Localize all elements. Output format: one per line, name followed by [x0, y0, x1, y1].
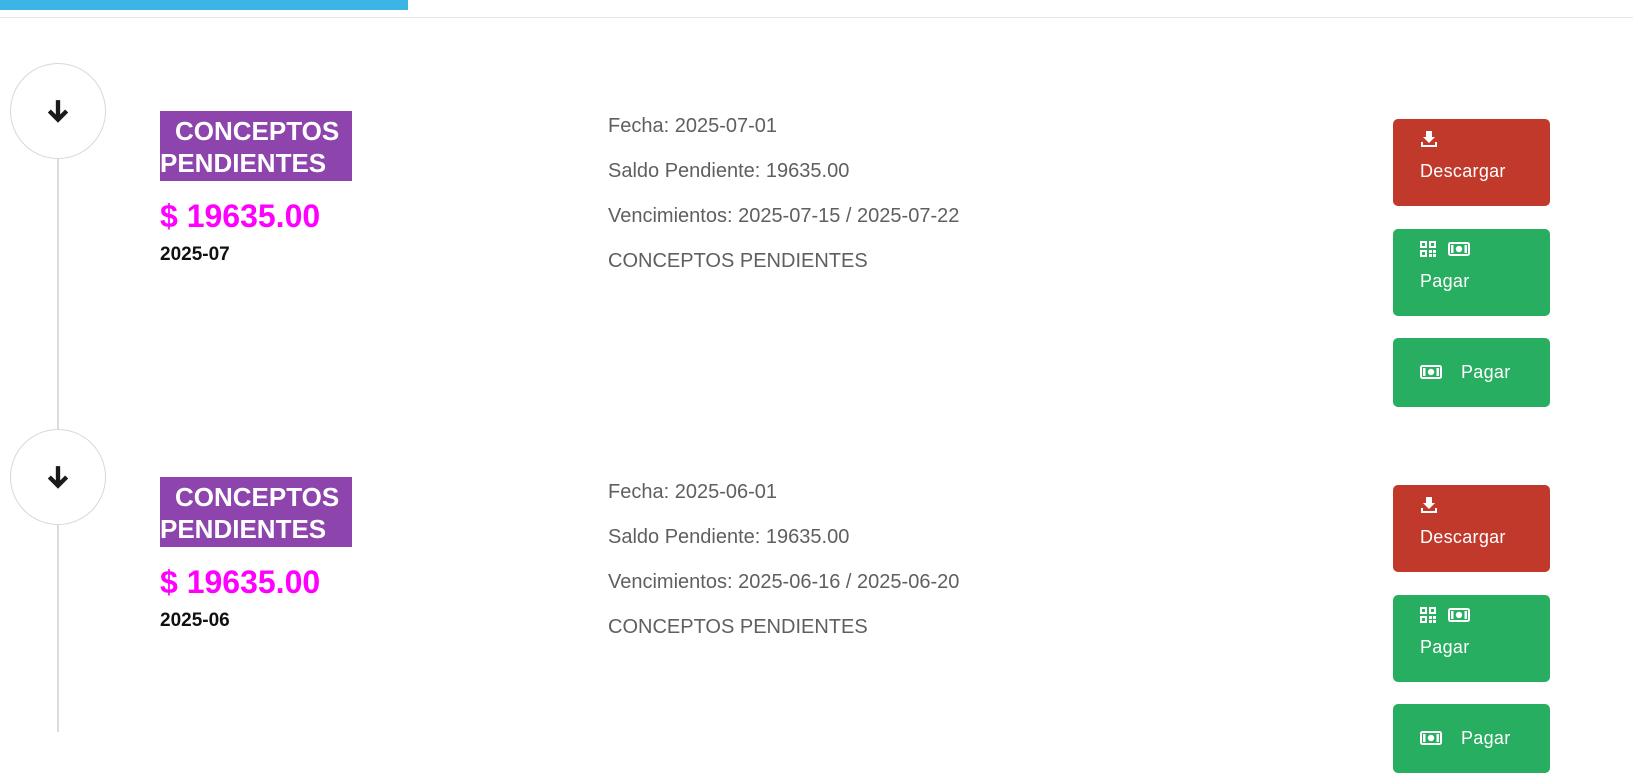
concepto-text: CONCEPTOS PENDIENTES — [608, 250, 868, 272]
qr-code-icon — [1420, 607, 1436, 623]
download-icon — [1421, 131, 1437, 147]
status-tag: CONCEPTOS PENDIENTES — [160, 477, 352, 547]
pay-cash-button[interactable]: Pagar — [1393, 704, 1550, 773]
timeline-toggle[interactable] — [10, 63, 106, 159]
money-bill-icon — [1448, 242, 1470, 256]
money-bill-icon — [1420, 731, 1442, 745]
pay-qr-button[interactable]: Pagar — [1393, 595, 1550, 682]
saldo-text: Saldo Pendiente: 19635.00 — [608, 526, 850, 548]
amount: $ 19635.00 — [160, 564, 321, 600]
vencimientos-text: Vencimientos: 2025-06-16 / 2025-06-20 — [608, 571, 960, 593]
fecha-text: Fecha: 2025-07-01 — [608, 115, 778, 137]
qr-code-icon — [1420, 241, 1436, 257]
arrow-down-icon — [47, 100, 69, 123]
period: 2025-07 — [160, 244, 230, 265]
download-button[interactable]: Descargar — [1393, 485, 1550, 572]
status-tag-line2: PENDIENTES — [160, 514, 327, 544]
status-tag-line1: CONCEPTOS — [175, 116, 340, 146]
amount: $ 19635.00 — [160, 198, 321, 234]
timeline-entry: CONCEPTOS PENDIENTES $ 19635.00 2025-07 … — [0, 0, 1633, 407]
period: 2025-06 — [160, 610, 230, 631]
status-tag-line1: CONCEPTOS — [175, 482, 340, 512]
download-button[interactable]: Descargar — [1393, 119, 1550, 206]
timeline-entry: CONCEPTOS PENDIENTES $ 19635.00 2025-06 … — [0, 366, 1633, 773]
pay-cash-button-label: Pagar — [1461, 728, 1511, 748]
timeline-toggle[interactable] — [10, 429, 106, 525]
concepto-text: CONCEPTOS PENDIENTES — [608, 616, 868, 638]
download-button-label: Descargar — [1420, 161, 1506, 181]
status-tag-line2: PENDIENTES — [160, 148, 327, 178]
money-bill-icon — [1448, 608, 1470, 622]
saldo-text: Saldo Pendiente: 19635.00 — [608, 160, 850, 182]
pay-qr-button-label: Pagar — [1420, 271, 1470, 291]
arrow-down-icon — [47, 466, 69, 489]
status-tag: CONCEPTOS PENDIENTES — [160, 111, 352, 181]
pay-qr-button[interactable]: Pagar — [1393, 229, 1550, 316]
download-button-label: Descargar — [1420, 527, 1506, 547]
pay-qr-button-label: Pagar — [1420, 637, 1470, 657]
vencimientos-text: Vencimientos: 2025-07-15 / 2025-07-22 — [608, 205, 960, 227]
download-icon — [1421, 497, 1437, 513]
fecha-text: Fecha: 2025-06-01 — [608, 481, 778, 503]
